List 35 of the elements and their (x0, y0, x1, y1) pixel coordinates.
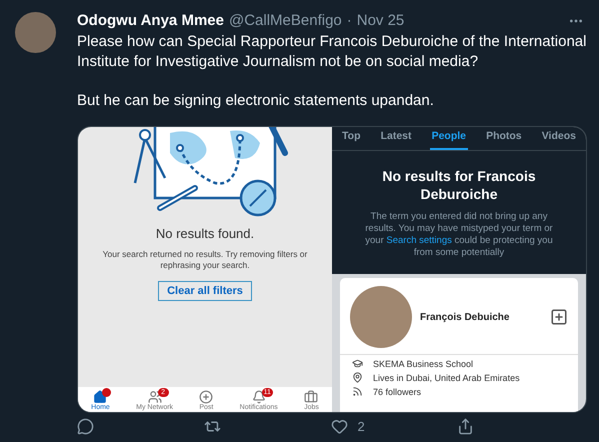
tweet-text: But he can be signing electronic statements upandan. (77, 91, 435, 112)
rss-icon (352, 386, 363, 398)
avatar-photo[interactable] (15, 12, 56, 53)
reply-icon[interactable] (77, 418, 94, 435)
briefcase-icon (304, 390, 318, 404)
add-icon[interactable] (550, 308, 568, 326)
profile-name[interactable]: François Debuiche (420, 312, 542, 323)
bell-icon (252, 390, 266, 404)
map-pin-icon (352, 372, 363, 384)
like-count: 2 (358, 418, 365, 434)
tweet-text: Please how can Special Rapporteur Francois Deburoiche of the International Institute for Investigative Journalism not be on social media? (77, 32, 587, 72)
no-results-title: No results for Francois Deburoiche (381, 167, 537, 204)
search-tab[interactable]: Photos (484, 127, 524, 150)
empty-state-message: Your search returned no results. Try removing filters or rephrasing your search. (102, 249, 308, 272)
author-handle[interactable]: @CallMeBenfigo (228, 12, 342, 30)
share-icon[interactable] (457, 418, 474, 435)
search-tab[interactable]: People (430, 127, 468, 150)
separator-dot: · (346, 12, 352, 30)
people-icon (148, 390, 162, 404)
graduation-cap-icon (352, 358, 363, 370)
plus-circle-icon (199, 390, 214, 404)
search-settings-link[interactable]: Search settings (386, 235, 452, 246)
empty-state-title: No results found. (156, 226, 254, 242)
clear-filters-button[interactable]: Clear all filters (158, 281, 252, 302)
author-name[interactable]: Odogwu Anya Mmee (77, 12, 224, 30)
heart-icon[interactable] (330, 418, 348, 435)
search-tab[interactable]: Videos (540, 127, 578, 150)
profile-detail: SKEMA Business School (373, 358, 474, 369)
tweet-date[interactable]: Nov 25 (356, 12, 404, 30)
no-results-message: The term you entered did not bring up any results. You may have mistyped your term or your Search settings could be protecting you from some potentially (364, 211, 554, 260)
attached-screenshots[interactable] (77, 126, 587, 414)
search-tab[interactable]: Latest (378, 127, 414, 150)
profile-detail: Lives in Dubai, United Arab Emirates (373, 372, 520, 383)
search-tab[interactable]: Top (340, 127, 362, 150)
profile-detail: 76 followers (373, 386, 422, 397)
